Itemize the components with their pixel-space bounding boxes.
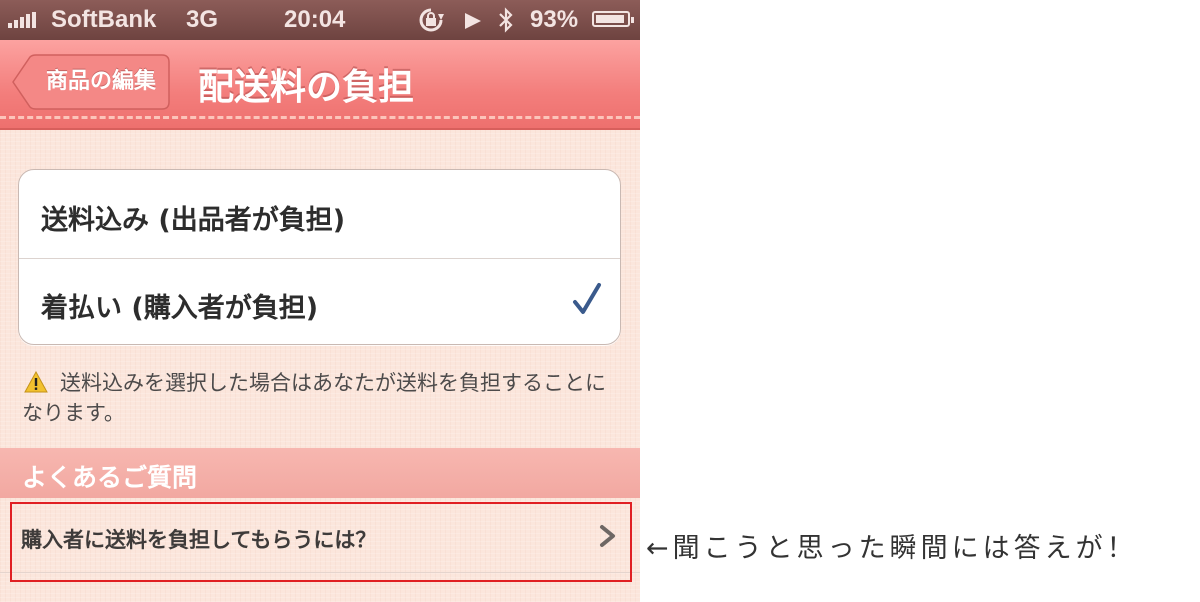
battery-icon bbox=[592, 11, 634, 27]
option-buyer-pays[interactable]: 着払い (購入者が負担) bbox=[19, 258, 620, 346]
annotation-text: ←聞こうと思った瞬間には答えが！ bbox=[646, 533, 1138, 564]
phone-screen: SoftBank 3G 20:04 93% 商品の編集 配送料の負担 送料込み … bbox=[0, 0, 640, 602]
status-time: 20:04 bbox=[284, 6, 346, 33]
highlight-box bbox=[10, 502, 632, 582]
warning-text: 送料込みを選択した場合はあなたが送料を負担することになります。 bbox=[22, 371, 606, 425]
faq-section-header: よくあるご質問 bbox=[0, 448, 640, 498]
page-title: 配送料の負担 bbox=[198, 67, 415, 108]
signal-strength-icon bbox=[8, 12, 36, 28]
option-label: 送料込み (出品者が負担) bbox=[41, 205, 346, 236]
stitch-decoration bbox=[0, 116, 640, 119]
option-seller-pays[interactable]: 送料込み (出品者が負担) bbox=[19, 170, 620, 259]
faq-section-title: よくあるご質問 bbox=[22, 463, 198, 492]
play-icon bbox=[465, 13, 481, 29]
option-label: 着払い (購入者が負担) bbox=[41, 293, 319, 324]
back-button[interactable]: 商品の編集 bbox=[12, 54, 170, 110]
checkmark-icon bbox=[573, 283, 601, 314]
back-button-label: 商品の編集 bbox=[45, 69, 156, 94]
battery-percent: 93% bbox=[530, 6, 579, 33]
rotation-lock-icon bbox=[419, 8, 444, 32]
shipping-options-list: 送料込み (出品者が負担) 着払い (購入者が負担) bbox=[18, 169, 621, 345]
status-bar: SoftBank 3G 20:04 93% bbox=[0, 0, 640, 40]
bluetooth-icon bbox=[499, 7, 513, 33]
carrier-name: SoftBank bbox=[51, 6, 157, 33]
warning-icon bbox=[24, 371, 48, 393]
navigation-bar: 商品の編集 配送料の負担 bbox=[0, 40, 640, 130]
warning-note: 送料込みを選択した場合はあなたが送料を負担することになります。 bbox=[22, 368, 622, 428]
network-type: 3G bbox=[186, 6, 219, 33]
